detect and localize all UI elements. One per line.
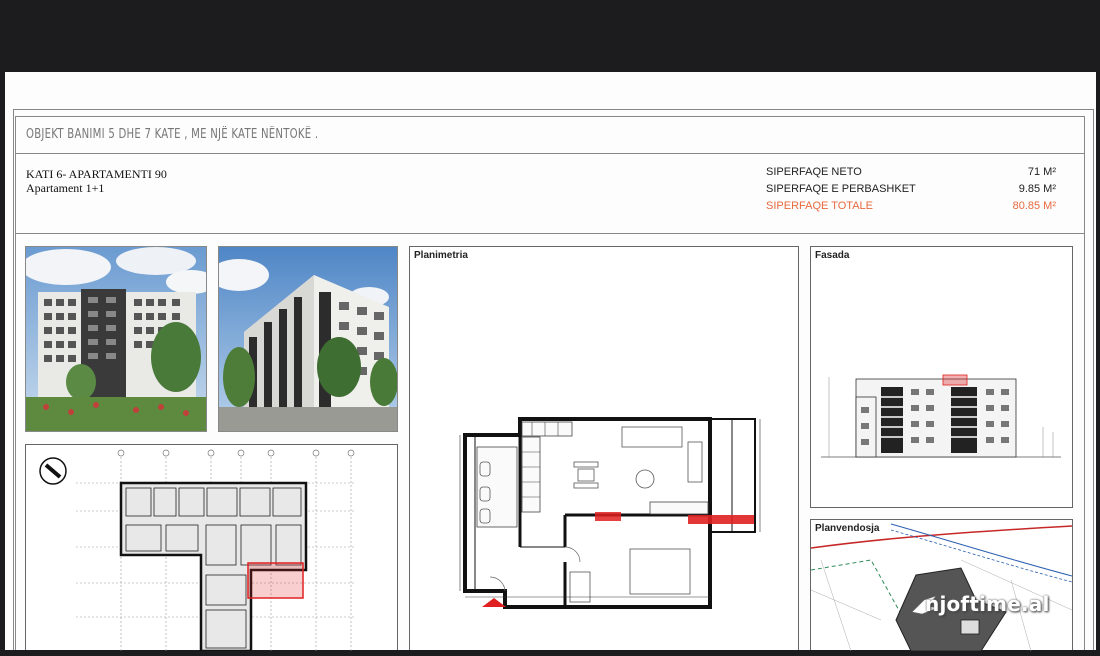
- site-plan-drawing: [811, 523, 1072, 651]
- facade-panel: Fasada: [810, 246, 1073, 508]
- building-floor-plan-drawing: [39, 449, 356, 653]
- area-table: SIPERFAQE NETO 71 M² SIPERFAQE E PERBASH…: [766, 164, 1056, 215]
- site-plan-panel: Planvendosja: [810, 519, 1073, 651]
- area-value: 71 M²: [1027, 166, 1056, 178]
- area-row-net: SIPERFAQE NETO 71 M²: [766, 164, 1056, 181]
- apartment-info: KATI 6- APARTAMENTI 90 Apartament 1+1 SI…: [15, 154, 1085, 234]
- entrance-marker-icon: [482, 598, 506, 607]
- apartment-highlight: [247, 562, 304, 599]
- building-render-perspective: [218, 246, 398, 432]
- area-row-shared: SIPERFAQE E PERBASHKET 9.85 M²: [766, 181, 1056, 198]
- document-sheet: OBJEKT BANIMI 5 DHE 7 KATE , ME NJË KATE…: [5, 72, 1096, 653]
- apartment-title: KATI 6- APARTAMENTI 90: [26, 167, 167, 181]
- area-label: SIPERFAQE TOTALE: [766, 200, 873, 212]
- area-value: 9.85 M²: [1018, 183, 1056, 195]
- common-wall-highlight: [595, 512, 621, 521]
- watermark: njoftime.al: [925, 592, 1050, 616]
- facade-apartment-highlight: [942, 374, 968, 386]
- area-row-total: SIPERFAQE TOTALE 80.85 M²: [766, 198, 1056, 215]
- title-bar: OBJEKT BANIMI 5 DHE 7 KATE , ME NJË KATE…: [15, 116, 1085, 154]
- apartment-floor-plan: [459, 417, 761, 609]
- apartment-type: Apartament 1+1: [26, 181, 105, 195]
- area-label: SIPERFAQE NETO: [766, 166, 862, 178]
- building-render-front: [25, 246, 207, 432]
- area-label: SIPERFAQE E PERBASHKET: [766, 183, 916, 195]
- building-render-perspective-image: [219, 247, 397, 431]
- area-value: 80.85 M²: [1012, 200, 1056, 212]
- document-title: OBJEKT BANIMI 5 DHE 7 KATE , ME NJË KATE…: [26, 127, 319, 142]
- planimetria-panel: Planimetria: [409, 246, 799, 650]
- facade-drawing: [821, 374, 1061, 458]
- building-render-front-image: [26, 247, 206, 431]
- building-floor-plan-panel: [25, 444, 398, 653]
